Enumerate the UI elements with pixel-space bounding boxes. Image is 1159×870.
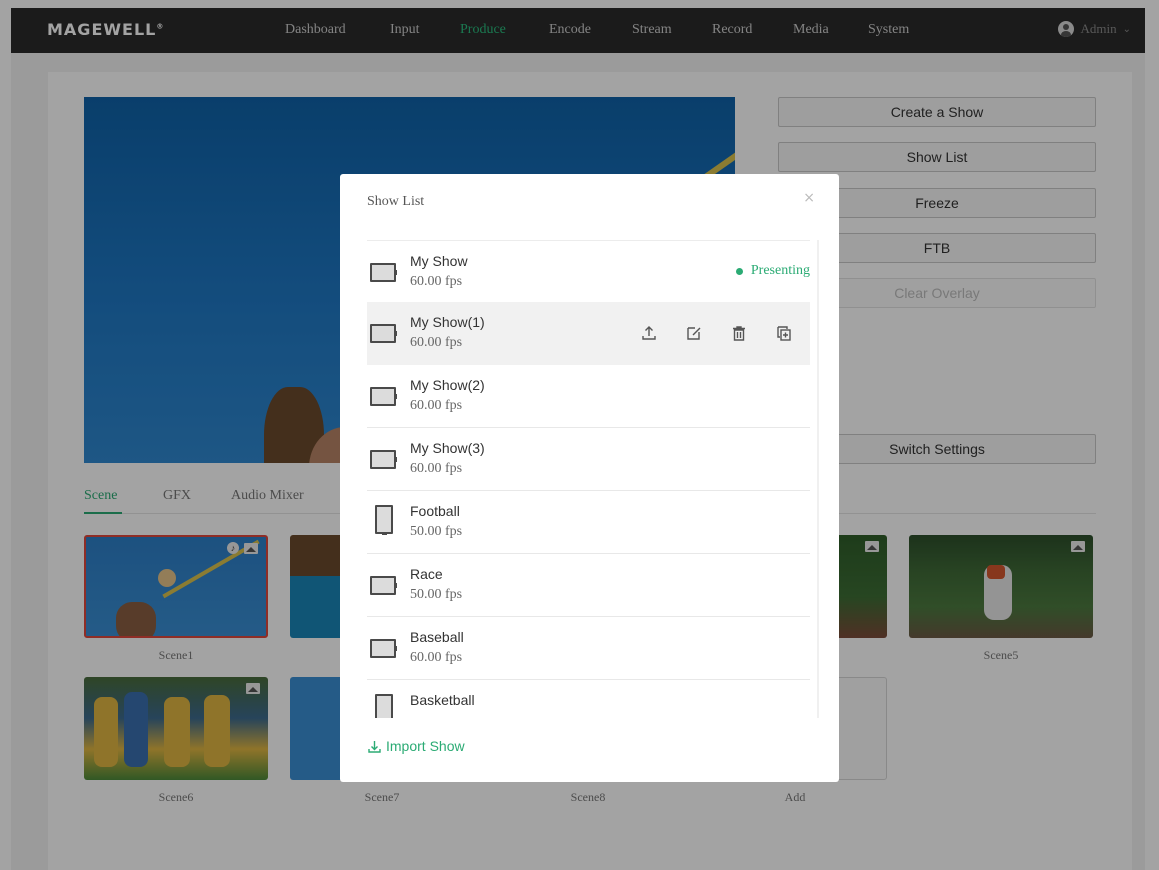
edit-icon[interactable]	[685, 324, 703, 342]
show-row[interactable]: My Show(1) 60.00 fps	[367, 302, 810, 365]
show-name: My Show	[410, 253, 468, 269]
show-fps: 60.00 fps	[410, 461, 463, 476]
landscape-screen-icon	[370, 387, 397, 406]
landscape-screen-icon	[370, 639, 397, 658]
landscape-screen-icon	[370, 576, 397, 595]
show-fps: 60.00 fps	[410, 650, 463, 665]
show-list[interactable]: My Show 60.00 fps Presenting My Show(1) …	[367, 240, 810, 718]
presenting-status-badge: Presenting	[735, 263, 810, 279]
show-name: Football	[410, 503, 460, 519]
show-row[interactable]: Basketball	[367, 680, 810, 718]
landscape-screen-icon	[370, 450, 397, 469]
list-scrollbar[interactable]	[817, 240, 819, 718]
show-fps: 60.00 fps	[410, 335, 463, 350]
upload-icon[interactable]	[640, 324, 658, 342]
show-row[interactable]: Race 50.00 fps	[367, 554, 810, 617]
duplicate-icon[interactable]	[775, 324, 793, 342]
show-name: Basketball	[410, 692, 475, 708]
show-fps: 60.00 fps	[410, 398, 463, 413]
show-name: My Show(3)	[410, 440, 485, 456]
landscape-screen-icon	[370, 263, 397, 282]
trash-icon[interactable]	[730, 324, 748, 342]
show-fps: 60.00 fps	[410, 274, 463, 289]
portrait-screen-icon	[375, 505, 393, 535]
show-list-dialog: Show List × My Show 60.00 fps Presenting…	[340, 174, 839, 782]
show-fps: 50.00 fps	[410, 524, 463, 539]
close-icon[interactable]: ×	[803, 190, 815, 206]
status-dot-icon	[735, 267, 743, 275]
show-row[interactable]: My Show(2) 60.00 fps	[367, 365, 810, 428]
show-name: Baseball	[410, 629, 464, 645]
show-name: Race	[410, 566, 443, 582]
download-icon	[368, 740, 381, 753]
portrait-screen-icon	[375, 694, 393, 718]
show-name: My Show(2)	[410, 377, 485, 393]
show-fps: 50.00 fps	[410, 587, 463, 602]
dialog-title: Show List	[367, 194, 425, 209]
show-row[interactable]: Football 50.00 fps	[367, 491, 810, 554]
import-show-link[interactable]: Import Show	[367, 738, 465, 754]
show-row[interactable]: My Show(3) 60.00 fps	[367, 428, 810, 491]
show-row[interactable]: My Show 60.00 fps Presenting	[367, 241, 810, 304]
show-name: My Show(1)	[410, 314, 485, 330]
show-row[interactable]: Baseball 60.00 fps	[367, 617, 810, 680]
landscape-screen-icon	[370, 324, 397, 343]
